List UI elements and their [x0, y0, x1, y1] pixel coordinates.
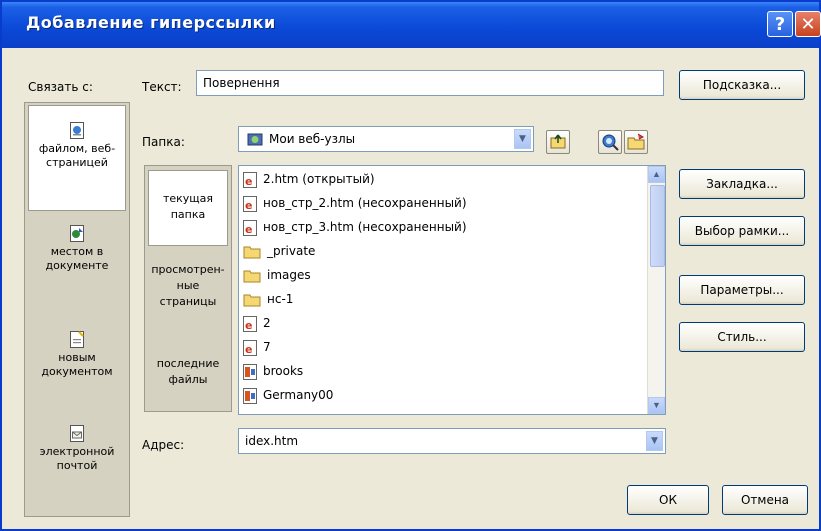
- list-item[interactable]: e2: [243, 312, 271, 334]
- close-button[interactable]: ✕: [795, 11, 821, 37]
- list-item[interactable]: _private: [243, 240, 315, 262]
- place-label: файлы: [168, 373, 208, 386]
- svg-text:e: e: [245, 319, 252, 332]
- list-item[interactable]: e7: [243, 336, 271, 358]
- folder-icon: [243, 246, 261, 258]
- list-item[interactable]: images: [243, 264, 311, 286]
- file-name: 7: [263, 340, 271, 354]
- place-current-folder[interactable]: текущая папка: [148, 170, 228, 246]
- html-file-icon: e: [243, 171, 257, 188]
- link-type-label: файлом, веб-: [38, 142, 116, 155]
- bookmark-button[interactable]: Закладка...: [679, 169, 805, 199]
- link-type-label: местом в: [50, 245, 104, 258]
- place-label: страницы: [159, 295, 217, 308]
- ok-button[interactable]: ОК: [627, 485, 709, 515]
- link-type-label: документом: [41, 365, 113, 378]
- email-icon: [70, 425, 84, 442]
- link-type-label: страницей: [46, 156, 108, 169]
- up-one-folder-button[interactable]: [546, 130, 570, 154]
- html-file-icon: e: [243, 339, 257, 356]
- link-type-place-in-document[interactable]: местом в документе: [25, 225, 129, 273]
- link-type-label: новым: [58, 351, 96, 364]
- file-name: нс-1: [267, 292, 294, 306]
- scroll-up-icon[interactable]: ▲: [648, 166, 665, 183]
- link-with-label: Связать с:: [28, 80, 93, 94]
- title-bar[interactable]: Добавление гиперссылки ? ✕: [2, 2, 821, 48]
- scroll-down-icon[interactable]: ▼: [648, 397, 665, 414]
- list-item[interactable]: e нов_стр_2.htm (несохраненный): [243, 192, 467, 214]
- place-label: просмотрен-: [151, 263, 225, 276]
- chevron-down-icon[interactable]: ▼: [646, 431, 663, 451]
- folder-select[interactable]: Мои веб-узлы ▼: [238, 126, 534, 152]
- place-label: текущая: [162, 192, 214, 205]
- link-type-label: документе: [45, 259, 109, 272]
- file-name: 2: [263, 316, 271, 330]
- browse-web-icon: [602, 134, 619, 151]
- parameters-button[interactable]: Параметры...: [679, 275, 805, 305]
- cancel-button[interactable]: Отмена: [722, 485, 808, 515]
- scroll-thumb[interactable]: [650, 185, 665, 267]
- link-type-email[interactable]: электронной почтой: [25, 425, 129, 473]
- hyperlink-dialog: Добавление гиперссылки ? ✕ Связать с: фа…: [0, 0, 821, 531]
- file-name: brooks: [263, 364, 304, 378]
- file-list-scrollbar[interactable]: ▲ ▼: [647, 166, 665, 414]
- file-list: e 2.htm (открытый) e нов_стр_2.htm (несохр…: [238, 165, 666, 415]
- html-file-icon: e: [243, 219, 257, 236]
- folder-icon: [243, 270, 261, 282]
- place-label: последние: [156, 357, 220, 370]
- list-item[interactable]: Germany00: [243, 384, 333, 406]
- file-name: Germany00: [263, 388, 334, 402]
- folder-value: Мои веб-узлы: [269, 132, 356, 146]
- web-page-icon: [70, 122, 84, 139]
- places-bar: текущая папка просмотрен- ные страницы п…: [144, 165, 232, 412]
- svg-text:e: e: [245, 199, 252, 212]
- list-item[interactable]: e нов_стр_3.htm (несохраненный): [243, 216, 467, 238]
- folder-label: Папка:: [142, 135, 185, 149]
- help-button[interactable]: ?: [767, 11, 793, 37]
- link-type-label: почтой: [56, 459, 98, 472]
- address-input[interactable]: idex.htm ▼: [238, 428, 666, 454]
- list-item[interactable]: e 2.htm (открытый): [243, 168, 375, 190]
- html-file-icon: e: [243, 315, 257, 332]
- file-name: 2.htm (открытый): [263, 172, 375, 186]
- link-type-label: электронной: [39, 445, 115, 458]
- link-type-new-document[interactable]: новым документом: [25, 331, 129, 379]
- presentation-file-icon: [243, 387, 257, 404]
- address-label: Адрес:: [142, 438, 185, 452]
- list-item[interactable]: нс-1: [243, 288, 293, 310]
- place-browsed-pages[interactable]: просмотрен- ные страницы: [145, 262, 231, 310]
- address-value: idex.htm: [245, 434, 299, 448]
- file-name: нов_стр_3.htm (несохраненный): [263, 220, 467, 234]
- presentation-file-icon: [243, 363, 257, 380]
- svg-text:e: e: [245, 223, 252, 236]
- open-folder-icon: [627, 133, 645, 150]
- folder-icon: [243, 294, 261, 306]
- chevron-down-icon[interactable]: ▼: [514, 129, 531, 149]
- place-label: ные: [176, 279, 200, 292]
- web-folder-icon: [247, 133, 263, 146]
- svg-text:e: e: [245, 343, 252, 356]
- new-document-icon: [70, 331, 84, 348]
- folder-up-icon: [550, 134, 566, 149]
- link-type-existing-file[interactable]: файлом, веб- страницей: [28, 105, 126, 211]
- link-type-panel: файлом, веб- страницей местом в документ…: [24, 102, 130, 517]
- place-recent-files[interactable]: последние файлы: [145, 356, 231, 388]
- text-to-display-input[interactable]: Повернення: [196, 70, 664, 96]
- style-button[interactable]: Стиль...: [679, 322, 805, 352]
- svg-text:e: e: [245, 175, 252, 188]
- text-label: Текст:: [142, 80, 182, 94]
- file-name: нов_стр_2.htm (несохраненный): [263, 196, 467, 210]
- browse-web-button[interactable]: [598, 130, 622, 154]
- document-place-icon: [70, 225, 84, 242]
- window-title: Добавление гиперссылки: [26, 13, 276, 32]
- browse-file-button[interactable]: [624, 130, 648, 154]
- screentip-button[interactable]: Подсказка...: [679, 70, 805, 100]
- file-name: _private: [267, 244, 316, 258]
- list-item[interactable]: brooks: [243, 360, 303, 382]
- target-frame-button[interactable]: Выбор рамки...: [679, 216, 805, 246]
- html-file-icon: e: [243, 195, 257, 212]
- place-label: папка: [170, 208, 206, 221]
- file-name: images: [267, 268, 311, 282]
